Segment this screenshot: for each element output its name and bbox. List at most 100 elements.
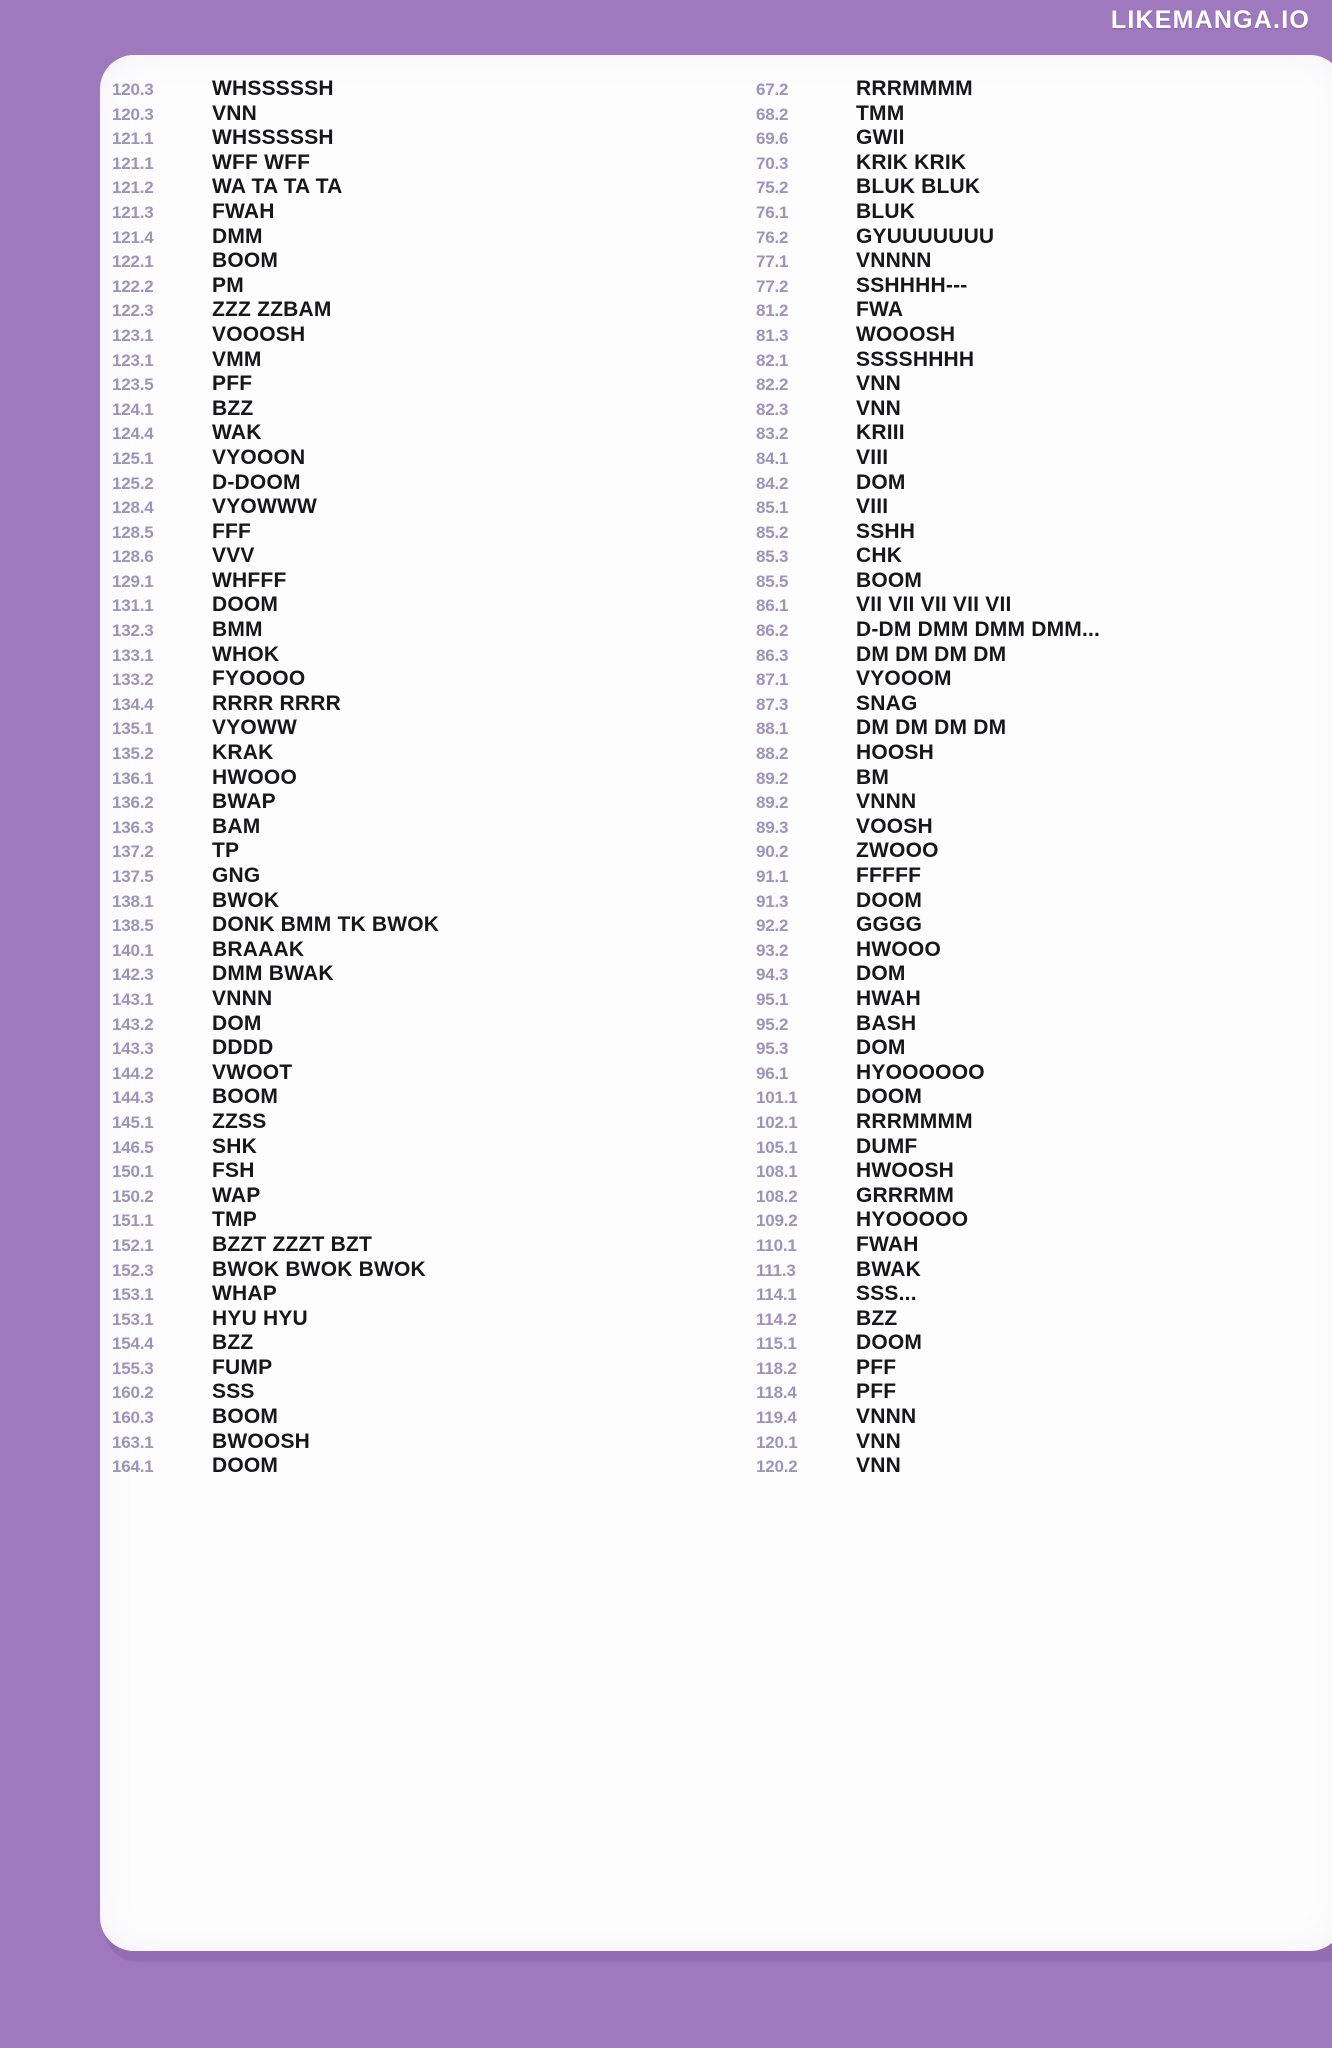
sfx-row: 88.1 DM DM DM DM xyxy=(756,716,1332,741)
sfx-text: KRAK xyxy=(212,741,274,765)
sfx-glossary-sheet: 120.3 WHSSSSSH 120.3 VNN 121.1 WHSSSSSH 121.1 W… xyxy=(100,55,1332,1951)
sfx-reference: 70.3 xyxy=(756,153,789,173)
sfx-text: DOM xyxy=(856,1036,906,1060)
sfx-text: BWAP xyxy=(212,790,276,814)
sfx-text: HWOOSH xyxy=(856,1159,955,1183)
sfx-row: 84.2 DOM xyxy=(756,471,1332,496)
sfx-text: SSHH xyxy=(856,519,916,543)
sfx-text: ZZSS xyxy=(212,1109,267,1133)
sfx-reference: 68.2 xyxy=(756,104,789,124)
sfx-reference: 140.1 xyxy=(112,940,154,960)
sfx-reference: 143.1 xyxy=(112,989,154,1009)
sfx-row: 121.1 WHSSSSSH xyxy=(112,126,722,151)
sfx-column-right: 67.2 RRRMMMM 68.2 TMM 69.6 GWII 70.3 KRIK KRIK 7… xyxy=(722,77,1332,1479)
sfx-row: 120.3 VNN xyxy=(112,102,722,127)
sfx-reference: 122.2 xyxy=(112,276,154,296)
sfx-row: 124.1 BZZ xyxy=(112,397,722,422)
sfx-text: GYUUUUUUU xyxy=(856,224,995,248)
sfx-text: WHSSSSSH xyxy=(212,77,334,100)
sfx-row: 132.3 BMM xyxy=(112,618,722,643)
sfx-row: 88.2 HOOSH xyxy=(756,741,1332,766)
sfx-reference: 152.3 xyxy=(112,1260,154,1280)
sfx-text: FWA xyxy=(856,298,904,322)
sfx-row: 122.1 BOOM xyxy=(112,249,722,274)
sfx-row: 155.3 FUMP xyxy=(112,1356,722,1381)
sfx-text: BZZ xyxy=(212,1331,254,1355)
sfx-row: 123.5 PFF xyxy=(112,372,722,397)
sfx-reference: 121.4 xyxy=(112,227,154,247)
sfx-text: HWOOO xyxy=(212,765,297,789)
sfx-row: 136.1 HWOOO xyxy=(112,766,722,791)
sfx-reference: 115.1 xyxy=(756,1334,797,1354)
sfx-row: 108.1 HWOOSH xyxy=(756,1159,1332,1184)
sfx-reference: 96.1 xyxy=(756,1063,789,1083)
sfx-row: 144.3 BOOM xyxy=(112,1085,722,1110)
sfx-row: 152.3 BWOK BWOK BWOK xyxy=(112,1258,722,1283)
sfx-row: 68.2 TMM xyxy=(756,102,1332,127)
sfx-row: 95.3 DOM xyxy=(756,1036,1332,1061)
sfx-row: 76.1 BLUK xyxy=(756,200,1332,225)
sfx-text: FYOOOO xyxy=(212,667,306,691)
sfx-reference: 143.3 xyxy=(112,1039,154,1059)
sfx-row: 69.6 GWII xyxy=(756,126,1332,151)
sfx-reference: 152.1 xyxy=(112,1235,154,1255)
sfx-reference: 82.2 xyxy=(756,375,789,395)
sfx-reference: 94.3 xyxy=(756,965,789,985)
sfx-row: 133.1 WHOK xyxy=(112,643,722,668)
sfx-row: 95.2 BASH xyxy=(756,1012,1332,1037)
sfx-reference: 138.5 xyxy=(112,916,154,936)
sfx-row: 144.2 VWOOT xyxy=(112,1061,722,1086)
sfx-row: 125.1 VYOOON xyxy=(112,446,722,471)
sfx-row: 123.1 VOOOSH xyxy=(112,323,722,348)
sfx-row: 85.2 SSHH xyxy=(756,520,1332,545)
sfx-row: 121.4 DMM xyxy=(112,225,722,250)
sfx-text: BOOM xyxy=(212,1405,279,1429)
sfx-text: SSHHHH--- xyxy=(856,273,968,297)
sfx-reference: 122.3 xyxy=(112,301,154,321)
sfx-row: 85.1 VIII xyxy=(756,495,1332,520)
sfx-text: ZZZ ZZBAM xyxy=(212,298,332,322)
sfx-reference: 109.2 xyxy=(756,1211,798,1231)
sfx-reference: 86.1 xyxy=(756,596,789,616)
sfx-text: SHK xyxy=(212,1134,257,1158)
sfx-text: BOOM xyxy=(856,568,923,592)
sfx-reference: 134.4 xyxy=(112,694,154,714)
sfx-reference: 114.2 xyxy=(756,1309,797,1329)
sfx-reference: 95.2 xyxy=(756,1014,789,1034)
sfx-row: 95.1 HWAH xyxy=(756,987,1332,1012)
sfx-reference: 128.5 xyxy=(112,522,154,542)
sfx-reference: 89.2 xyxy=(756,793,789,813)
sfx-reference: 77.2 xyxy=(756,276,789,296)
sfx-row: 94.3 DOM xyxy=(756,962,1332,987)
sfx-text: BZZ xyxy=(856,1306,898,1330)
sfx-text: PFF xyxy=(856,1380,897,1404)
sfx-row: 128.4 VYOWWW xyxy=(112,495,722,520)
sfx-text: DOOM xyxy=(212,593,279,617)
sfx-text: BWAK xyxy=(856,1257,921,1281)
sfx-row: 154.4 BZZ xyxy=(112,1331,722,1356)
sfx-reference: 84.2 xyxy=(756,473,789,493)
sfx-text: DM DM DM DM xyxy=(856,716,1007,740)
sfx-reference: 121.1 xyxy=(112,129,154,149)
sfx-text: KRIK KRIK xyxy=(856,150,967,174)
sfx-reference: 85.1 xyxy=(756,498,789,518)
sfx-text: FFF xyxy=(212,519,252,543)
sfx-reference: 160.2 xyxy=(112,1383,154,1403)
sfx-row: 91.1 FFFFF xyxy=(756,864,1332,889)
sfx-reference: 151.1 xyxy=(112,1211,154,1231)
sfx-row: 163.1 BWOOSH xyxy=(112,1430,722,1455)
sfx-row: 109.2 HYOOOOO xyxy=(756,1208,1332,1233)
sfx-text: VMM xyxy=(212,347,262,371)
sfx-row: 90.2 ZWOOO xyxy=(756,839,1332,864)
sfx-reference: 135.1 xyxy=(112,719,154,739)
sfx-text: VOOOSH xyxy=(212,322,306,346)
sfx-reference: 88.2 xyxy=(756,744,789,764)
sfx-reference: 86.3 xyxy=(756,645,789,665)
sfx-reference: 164.1 xyxy=(112,1457,154,1477)
sfx-text: RRRR RRRR xyxy=(212,691,341,715)
sfx-row: 160.2 SSS xyxy=(112,1380,722,1405)
sfx-row: 84.1 VIII xyxy=(756,446,1332,471)
sfx-text: PFF xyxy=(856,1355,897,1379)
sfx-text: DOOM xyxy=(856,1331,923,1355)
sfx-reference: 136.1 xyxy=(112,768,154,788)
